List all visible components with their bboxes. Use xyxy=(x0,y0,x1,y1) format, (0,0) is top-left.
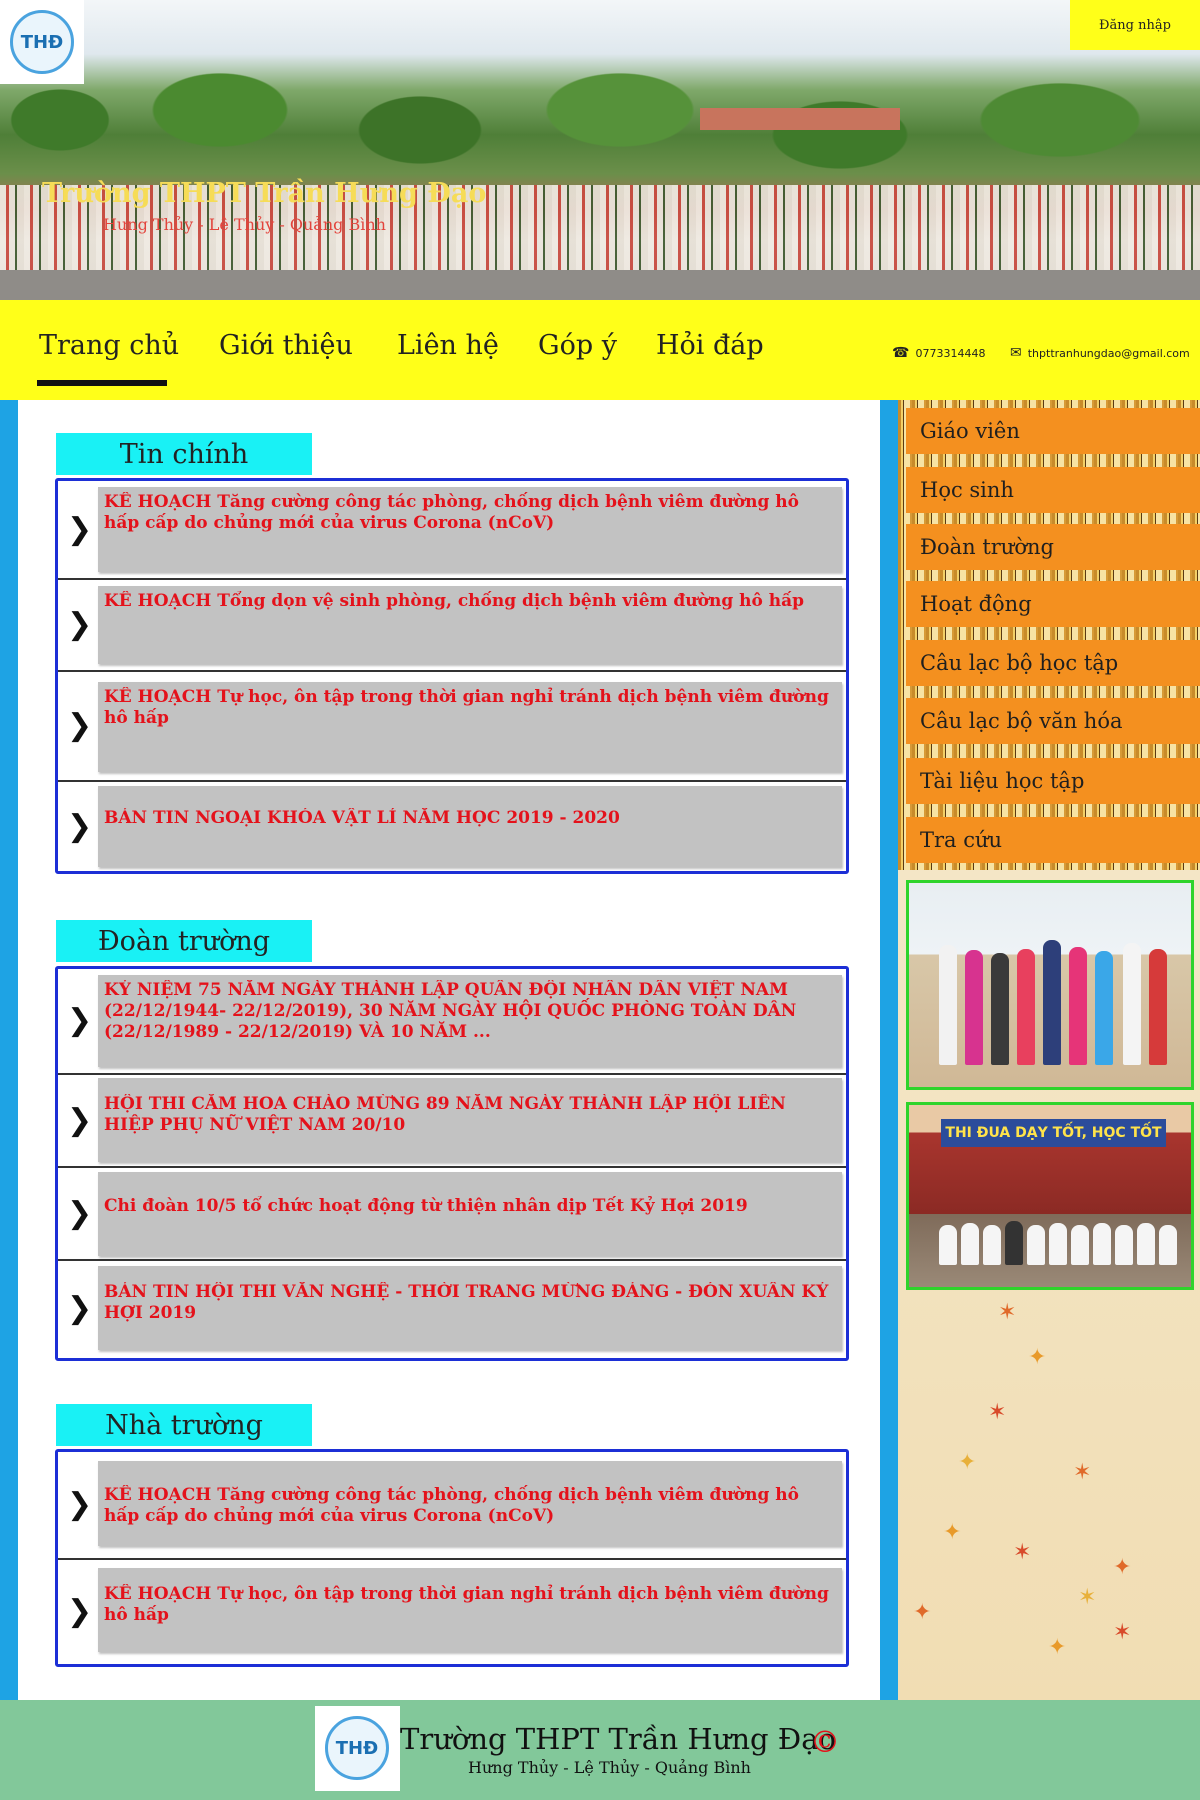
footer-logo-icon: THĐ xyxy=(325,1716,389,1780)
news-item[interactable]: ❯ Chi đoàn 10/5 tổ chức hoạt động từ thi… xyxy=(58,1168,846,1261)
chevron-right-icon: ❯ xyxy=(67,1487,93,1522)
section-youth-union: ❯ KỶ NIỆM 75 NĂM NGÀY THÀNH LẬP QUÂN ĐỘI… xyxy=(55,966,849,1361)
footer-subtitle: Hưng Thủy - Lệ Thủy - Quảng Bình xyxy=(468,1758,751,1777)
chevron-right-icon: ❯ xyxy=(67,708,93,743)
school-logo-icon: THĐ xyxy=(10,10,74,74)
news-item[interactable]: ❯ KẾ HOẠCH Tự học, ôn tập trong thời gia… xyxy=(58,1560,846,1664)
section-tab-main-news: Tin chính xyxy=(56,433,312,475)
nav-item-home[interactable]: Trang chủ xyxy=(39,330,179,361)
news-item[interactable]: ❯ KẾ HOẠCH Tổng dọn vệ sinh phòng, chống… xyxy=(58,580,846,672)
decorative-leaf-icon: ✦ xyxy=(1028,1345,1047,1370)
phone-icon: ☎ xyxy=(892,345,910,361)
news-item[interactable]: ❯ KẾ HOẠCH Tăng cường công tác phòng, ch… xyxy=(58,1452,846,1560)
decorative-leaf-icon: ✦ xyxy=(913,1600,932,1625)
left-border-strip xyxy=(0,400,18,1700)
sidebar-item-activities[interactable]: Hoạt động xyxy=(906,581,1200,627)
news-item[interactable]: ❯ BẢN TIN NGOẠI KHÓA VẬT LÍ NĂM HỌC 2019… xyxy=(58,782,846,871)
sidebar-item-teachers[interactable]: Giáo viên xyxy=(906,408,1200,454)
sidebar-item-lookup[interactable]: Tra cứu xyxy=(906,817,1200,863)
footer: THĐ Trường THPT Trần Hưng Đạo Hưng Thủy … xyxy=(0,1700,1200,1800)
envelope-icon: ✉ xyxy=(1010,345,1022,361)
sidebar-item-youth-union[interactable]: Đoàn trường xyxy=(906,524,1200,570)
footer-logo[interactable]: THĐ xyxy=(315,1706,400,1791)
teachers-photo[interactable] xyxy=(906,880,1194,1090)
nav-item-faq[interactable]: Hỏi đáp xyxy=(656,330,764,361)
chevron-right-icon: ❯ xyxy=(67,1290,93,1326)
decorative-leaf-icon: ✶ xyxy=(1013,1540,1032,1565)
contact-phone-text: 0773314448 xyxy=(915,346,986,360)
nav-item-contact[interactable]: Liên hệ xyxy=(397,330,499,361)
decorative-leaf-icon: ✶ xyxy=(998,1300,1017,1325)
copyright-icon: © xyxy=(810,1725,840,1760)
news-item[interactable]: ❯ KẾ HOẠCH Tự học, ôn tập trong thời gia… xyxy=(58,672,846,782)
school-logo[interactable]: THĐ xyxy=(0,0,84,84)
nav-active-indicator xyxy=(37,380,167,386)
nav-item-about[interactable]: Giới thiệu xyxy=(219,330,353,361)
login-button[interactable]: Đăng nhập xyxy=(1070,0,1200,50)
nav-item-feedback[interactable]: Góp ý xyxy=(538,330,617,361)
contact-email[interactable]: ✉ thpttranhungdao@gmail.com xyxy=(1010,345,1190,361)
decorative-leaf-icon: ✶ xyxy=(1073,1460,1092,1485)
decorative-leaf-icon: ✦ xyxy=(943,1520,962,1545)
contact-email-text: thpttranhungdao@gmail.com xyxy=(1027,346,1190,360)
section-tab-school: Nhà trường xyxy=(56,1404,312,1446)
decorative-leaf-icon: ✦ xyxy=(1048,1635,1067,1660)
section-tab-youth-union: Đoàn trường xyxy=(56,920,312,962)
news-item[interactable]: ❯ BẢN TIN HỘI THI VĂN NGHỆ - THỜI TRANG … xyxy=(58,1261,846,1356)
banner-road xyxy=(0,270,1200,300)
decorative-leaf-icon: ✶ xyxy=(988,1400,1007,1425)
news-item[interactable]: ❯ KỶ NIỆM 75 NĂM NGÀY THÀNH LẬP QUÂN ĐỘI… xyxy=(58,969,846,1075)
right-border-strip xyxy=(880,400,898,1700)
news-item[interactable]: ❯ KẾ HOẠCH Tăng cường công tác phòng, ch… xyxy=(58,481,846,580)
chevron-right-icon: ❯ xyxy=(67,607,93,642)
banner-trees xyxy=(0,40,1200,200)
site-title: Trường THPT Trần Hưng Đạo xyxy=(42,178,487,209)
chevron-right-icon: ❯ xyxy=(67,808,93,844)
decorative-leaf-icon: ✶ xyxy=(1113,1620,1132,1645)
header-banner: THĐ Đăng nhập Trường THPT Trần Hưng Đạo … xyxy=(0,0,1200,300)
sidebar-item-culture-club[interactable]: Câu lạc bộ văn hóa xyxy=(906,698,1200,744)
site-subtitle: Hưng Thủy - Lệ Thủy - Quảng Bình xyxy=(103,215,386,234)
footer-title: Trường THPT Trần Hưng Đạo xyxy=(400,1722,836,1756)
sidebar-item-students[interactable]: Học sinh xyxy=(906,467,1200,513)
news-item[interactable]: ❯ HỘI THI CẮM HOA CHÀO MỪNG 89 NĂM NGÀY … xyxy=(58,1075,846,1168)
decorative-leaf-icon: ✦ xyxy=(958,1450,977,1475)
chevron-right-icon: ❯ xyxy=(67,1003,93,1038)
decorative-leaf-icon: ✶ xyxy=(1078,1585,1097,1610)
chevron-right-icon: ❯ xyxy=(67,1195,93,1231)
chevron-right-icon: ❯ xyxy=(67,1594,93,1629)
banner-building xyxy=(700,108,900,130)
school-building-photo[interactable]: THI ĐUA DẠY TỐT, HỌC TỐT xyxy=(906,1102,1194,1290)
chevron-right-icon: ❯ xyxy=(67,511,93,547)
section-school: ❯ KẾ HOẠCH Tăng cường công tác phòng, ch… xyxy=(55,1449,849,1667)
decorative-leaf-icon: ✦ xyxy=(1113,1555,1132,1580)
sidebar-item-study-club[interactable]: Câu lạc bộ học tập xyxy=(906,640,1200,686)
sidebar-item-study-materials[interactable]: Tài liệu học tập xyxy=(906,758,1200,804)
photo-banner-sign: THI ĐUA DẠY TỐT, HỌC TỐT xyxy=(941,1119,1166,1147)
section-main-news: ❯ KẾ HOẠCH Tăng cường công tác phòng, ch… xyxy=(55,478,849,874)
chevron-right-icon: ❯ xyxy=(67,1102,93,1138)
contact-phone[interactable]: ☎ 0773314448 xyxy=(892,345,985,361)
main-content: Tin chính ❯ KẾ HOẠCH Tăng cường công tác… xyxy=(18,400,880,1700)
sidebar: Giáo viên Học sinh Đoàn trường Hoạt động… xyxy=(898,400,1200,1700)
